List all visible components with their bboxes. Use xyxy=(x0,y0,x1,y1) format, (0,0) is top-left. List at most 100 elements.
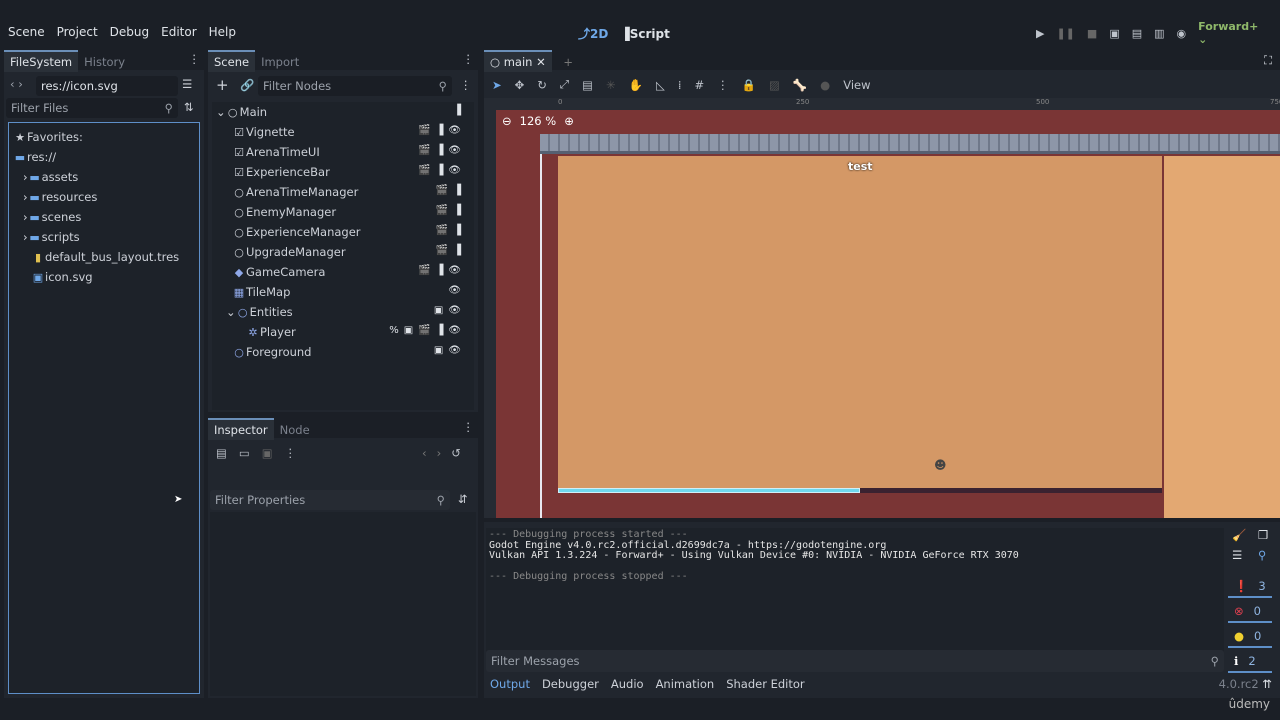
tab-history[interactable]: History xyxy=(78,52,131,72)
row-icons[interactable]: 🎬▐👁 xyxy=(418,265,466,276)
filter-errors-toggle[interactable]: ⊗ 0 xyxy=(1228,601,1272,623)
clear-icon[interactable]: 🧹 xyxy=(1232,528,1252,542)
tab-node[interactable]: Node xyxy=(274,420,316,440)
select-tool-icon[interactable]: ➤ xyxy=(492,78,502,92)
file-item[interactable]: ▣ icon.svg xyxy=(13,267,195,287)
workspace-2d[interactable]: ⤴2D xyxy=(578,27,608,41)
new-resource-icon[interactable]: ▤ xyxy=(216,446,227,460)
distraction-free-icon[interactable]: ⛶ xyxy=(1264,53,1272,68)
filter-info-toggle[interactable]: ℹ2 xyxy=(1228,651,1272,673)
row-icons[interactable]: 🎬▐ xyxy=(436,185,466,196)
tab-inspector[interactable]: Inspector xyxy=(208,418,274,440)
row-icons[interactable]: ▣👁 xyxy=(434,305,466,316)
viewport[interactable]: test ☻ ⊖ 126 % ⊕ xyxy=(496,110,1280,518)
sort-icon[interactable]: ⇅ xyxy=(184,100,194,114)
file-item[interactable]: › ▬ resources xyxy=(13,187,195,207)
copy-icon[interactable]: ❐ xyxy=(1258,528,1278,542)
tab-shader-editor[interactable]: Shader Editor xyxy=(726,677,804,691)
node-vignette[interactable]: ☑ Vignette 🎬▐👁 xyxy=(212,122,474,142)
filter-nodes-input[interactable]: Filter Nodes ⚲ xyxy=(258,76,452,96)
view-menu[interactable]: View xyxy=(843,78,870,92)
node-tilemap[interactable]: ▦ TileMap 👁 xyxy=(212,282,474,302)
collapse-icon[interactable]: ☰ xyxy=(1232,548,1252,562)
close-icon[interactable]: ✕ xyxy=(536,55,546,69)
tab-scene[interactable]: Scene xyxy=(208,50,256,72)
menu-debug[interactable]: Debug xyxy=(110,25,149,39)
path-field[interactable]: res://icon.svg xyxy=(36,76,178,96)
filter-messages-toggle[interactable]: ❗ 3 xyxy=(1228,576,1272,598)
open-icon[interactable]: ▭ xyxy=(239,446,250,460)
tab-import[interactable]: Import xyxy=(255,52,305,72)
save-icon[interactable]: ▣ xyxy=(262,446,273,460)
history-forward-icon[interactable]: › xyxy=(437,446,442,460)
row-icons[interactable]: 🎬▐👁 xyxy=(418,165,466,176)
ruler-tool-icon[interactable]: ◺ xyxy=(656,78,665,92)
add-tab-icon[interactable]: + xyxy=(563,55,573,69)
list-select-icon[interactable]: ▤ xyxy=(582,78,593,92)
node-player[interactable]: ✲ Player %▣🎬▐👁 xyxy=(212,322,474,342)
res-root[interactable]: ▬ res:// xyxy=(13,147,195,167)
pause-icon[interactable]: ❚❚ xyxy=(1056,27,1074,40)
node-enemymanager[interactable]: ○ EnemyManager 🎬▐ xyxy=(212,202,474,222)
scene-tab-main[interactable]: ○ main ✕ xyxy=(484,50,552,72)
row-icons[interactable]: 🎬▐ xyxy=(436,245,466,256)
filter-files-input[interactable]: Filter Files ⚲ xyxy=(6,98,178,118)
play-scene-icon[interactable]: ▤ xyxy=(1132,27,1142,40)
expand-panel-icon[interactable]: ⇈ xyxy=(1262,677,1272,691)
smart-snap-icon[interactable]: ⁞ xyxy=(678,78,682,92)
zoom-out-button[interactable]: ⊖ xyxy=(502,114,512,128)
visibility-icon[interactable]: 👁 xyxy=(448,285,466,296)
menu-help[interactable]: Help xyxy=(209,25,236,39)
node-upgrademanager[interactable]: ○ UpgradeManager 🎬▐ xyxy=(212,242,474,262)
node-entities[interactable]: ⌄ ○ Entities ▣👁 xyxy=(212,302,474,322)
file-item[interactable]: › ▬ scenes xyxy=(13,207,195,227)
tab-audio[interactable]: Audio xyxy=(611,677,644,691)
play-custom-icon[interactable]: ▥ xyxy=(1154,27,1164,40)
menu-project[interactable]: Project xyxy=(57,25,98,39)
search-icon[interactable]: ⚲ xyxy=(1258,548,1278,562)
renderer-select[interactable]: Forward+ ⌄ xyxy=(1198,20,1268,46)
stop-icon[interactable]: ■ xyxy=(1087,27,1097,40)
node-arenatimeui[interactable]: ☑ ArenaTimeUI 🎬▐👁 xyxy=(212,142,474,162)
snap-options-icon[interactable]: ⋮ xyxy=(717,78,729,92)
script-icon[interactable]: ▐ xyxy=(453,105,466,116)
remote-debug-icon[interactable]: ▣ xyxy=(1109,27,1119,40)
menu-scene[interactable]: Scene xyxy=(8,25,45,39)
add-node-icon[interactable]: + xyxy=(216,76,229,94)
row-icons[interactable]: 🎬▐ xyxy=(436,205,466,216)
link-icon[interactable]: 🔗 xyxy=(240,78,254,92)
file-item[interactable]: ▮ default_bus_layout.tres xyxy=(13,247,195,267)
row-icons[interactable]: 🎬▐ xyxy=(436,225,466,236)
tab-debugger[interactable]: Debugger xyxy=(542,677,599,691)
dock-menu-icon[interactable]: ⋮ xyxy=(189,52,201,66)
node-experiencebar[interactable]: ☑ ExperienceBar 🎬▐👁 xyxy=(212,162,474,182)
pan-tool-icon[interactable]: ✋ xyxy=(629,78,643,92)
filter-warnings-toggle[interactable]: ● 0 xyxy=(1228,626,1272,648)
row-icons[interactable]: 🎬▐👁 xyxy=(418,145,466,156)
node-experiencemanager[interactable]: ○ ExperienceManager 🎬▐ xyxy=(212,222,474,242)
rotate-tool-icon[interactable]: ↻ xyxy=(537,78,547,92)
movie-icon[interactable]: ◉ xyxy=(1177,27,1187,40)
split-view-icon[interactable]: ☰ xyxy=(182,77,192,91)
more-icon[interactable]: ⋮ xyxy=(285,446,297,460)
history-icon[interactable]: ↺ xyxy=(451,446,461,460)
row-icons[interactable]: ▣👁 xyxy=(434,345,466,356)
history-back-icon[interactable]: ‹ xyxy=(422,446,427,460)
group-icon[interactable]: ▨ xyxy=(769,78,780,92)
menu-editor[interactable]: Editor xyxy=(161,25,197,39)
scale-tool-icon[interactable]: ⤢ xyxy=(560,77,569,92)
file-item[interactable]: › ▬ scripts xyxy=(13,227,195,247)
tab-output[interactable]: Output xyxy=(490,677,530,691)
move-tool-icon[interactable]: ✥ xyxy=(515,78,525,92)
pivot-icon[interactable]: ✳ xyxy=(606,78,616,92)
workspace-script[interactable]: ▐Script xyxy=(621,27,670,41)
filter-properties-input[interactable]: Filter Properties ⚲ xyxy=(210,490,450,510)
grid-snap-icon[interactable]: # xyxy=(694,78,704,92)
filter-messages-input[interactable]: Filter Messages ⚲ xyxy=(486,650,1224,672)
back-icon[interactable]: ‹ xyxy=(10,77,15,91)
row-icons[interactable]: 🎬▐👁 xyxy=(418,125,466,136)
zoom-level[interactable]: 126 % xyxy=(520,114,557,128)
dock-menu-icon[interactable]: ⋮ xyxy=(463,52,475,66)
file-item[interactable]: › ▬ assets xyxy=(13,167,195,187)
node-arenatimemanager[interactable]: ○ ArenaTimeManager 🎬▐ xyxy=(212,182,474,202)
